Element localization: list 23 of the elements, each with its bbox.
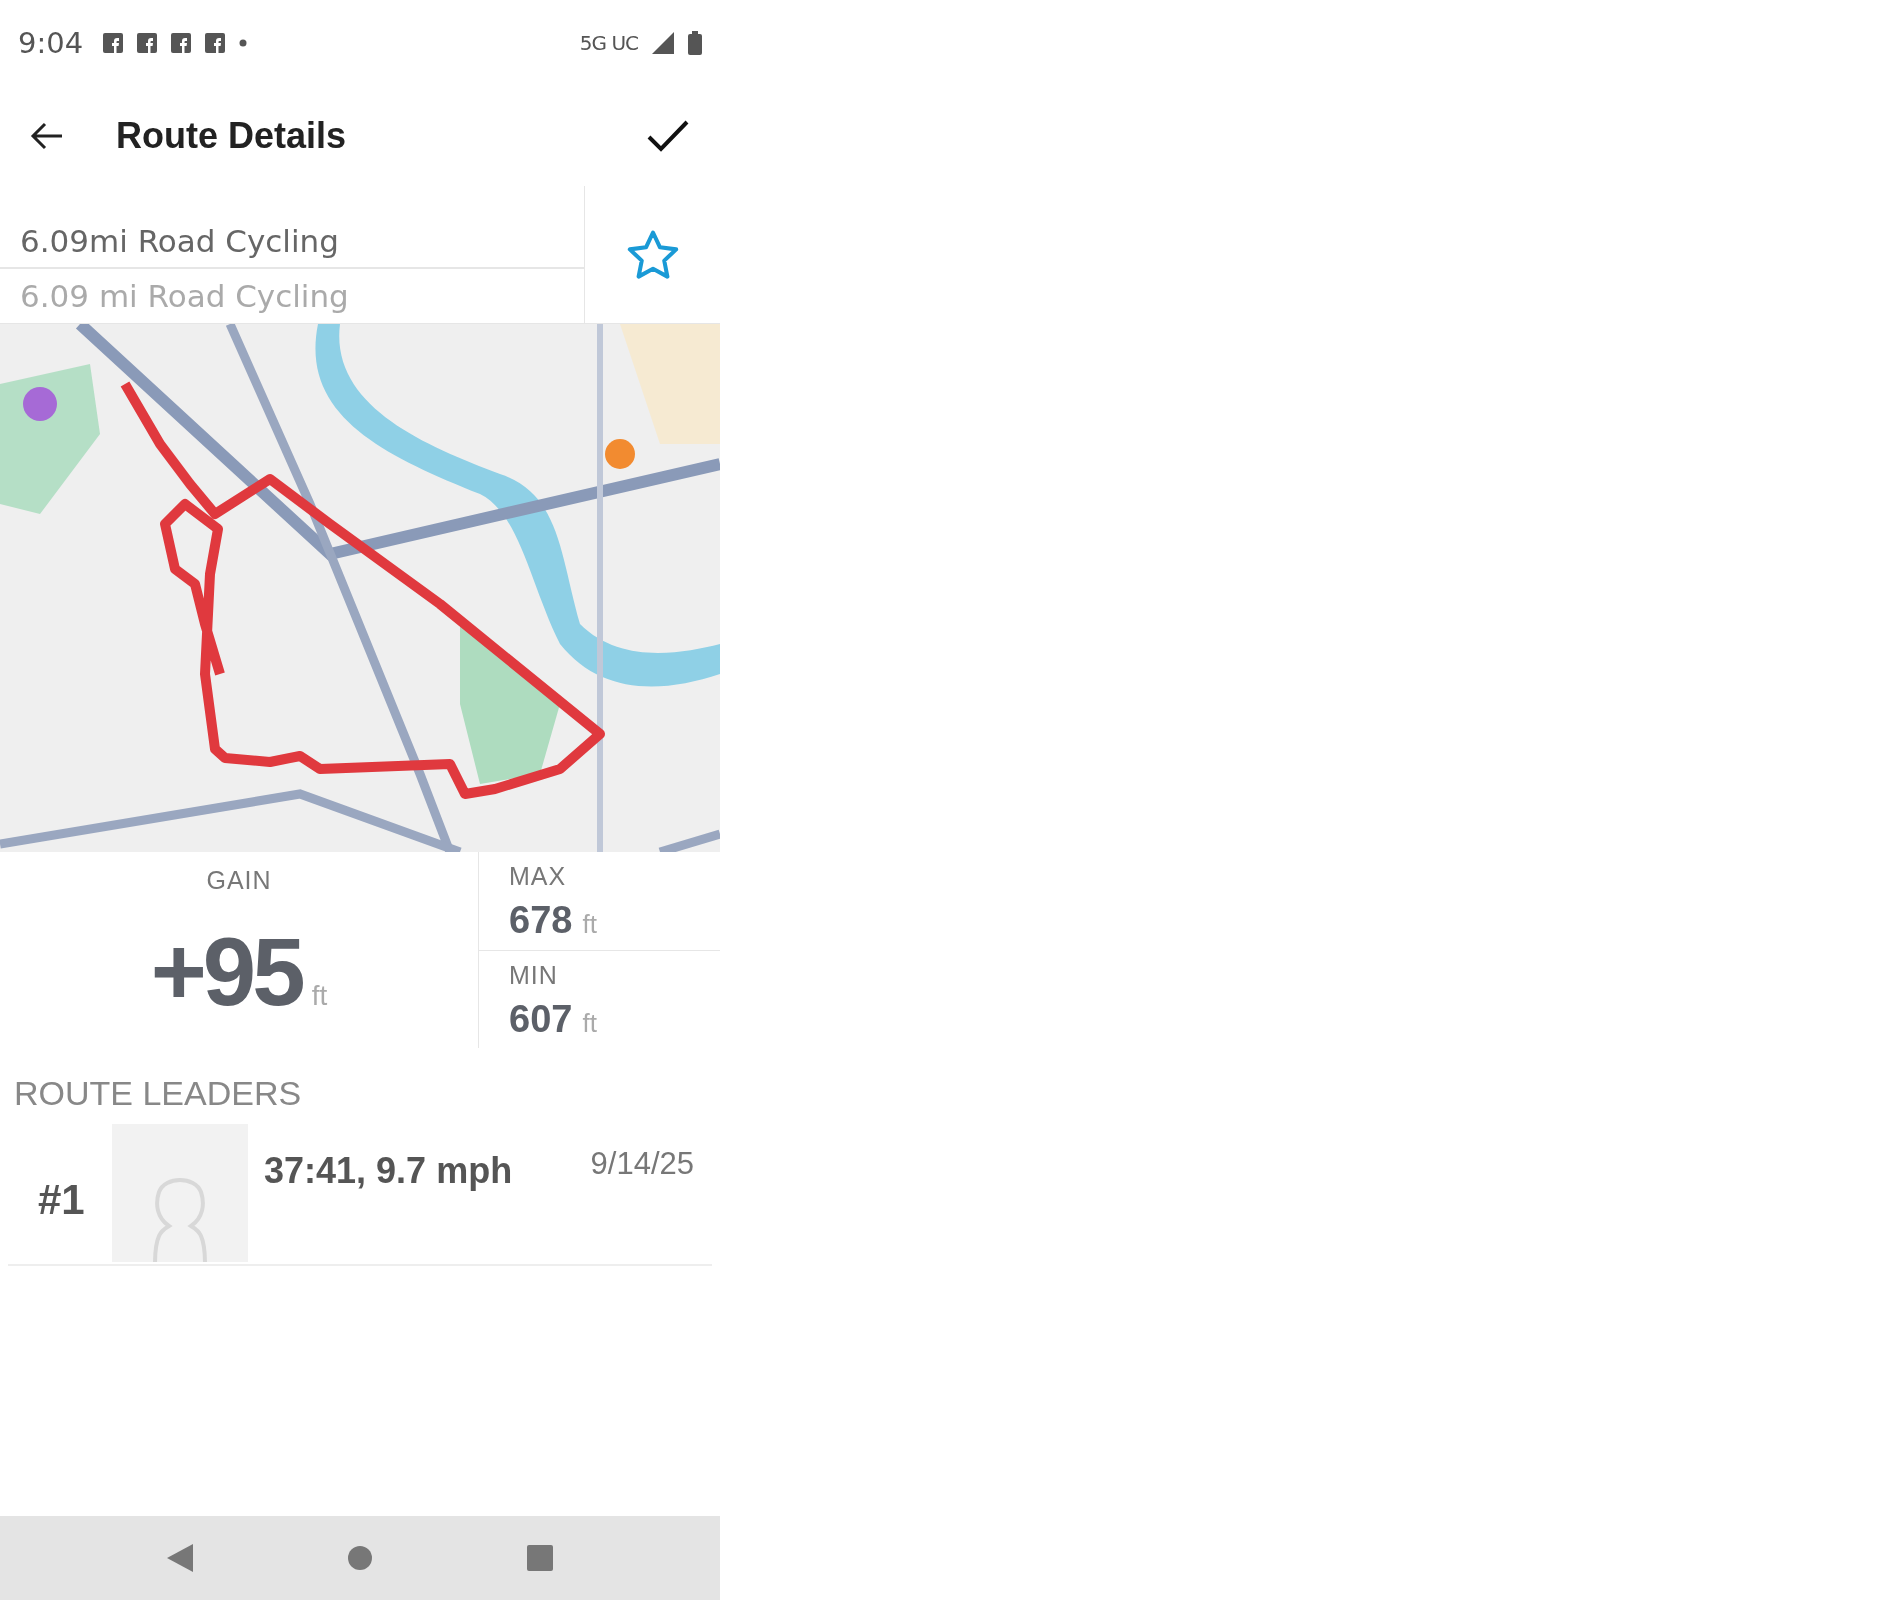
unit-label: ft [582,1007,597,1039]
min-label: MIN [509,960,559,990]
battery-icon [688,31,702,55]
gain-label: GAIN [206,866,272,895]
facebook-icon [103,33,124,53]
gain-unit: ft [311,980,328,1012]
signal-icon [652,32,674,54]
max-value: 678 [509,899,573,942]
leader-result: 37:41, 9.7 mph [264,1150,514,1192]
unit-label: ft [582,909,597,940]
status-time: 9:04 [18,26,84,60]
network-type: 5G UC [579,31,638,55]
facebook-icon [205,33,226,53]
gain-value: +95 [150,917,302,1027]
facebook-icon [171,33,192,53]
facebook-icon [137,33,158,53]
section-title: ROUTE LEADERS [14,1074,303,1114]
screen-title: Route Details [116,115,348,157]
leader-date: 9/14/25 [590,1146,694,1182]
min-value: 607 [509,997,573,1041]
leader-rank: #1 [37,1175,86,1224]
max-label: MAX [509,862,568,891]
dot-icon [239,39,248,47]
